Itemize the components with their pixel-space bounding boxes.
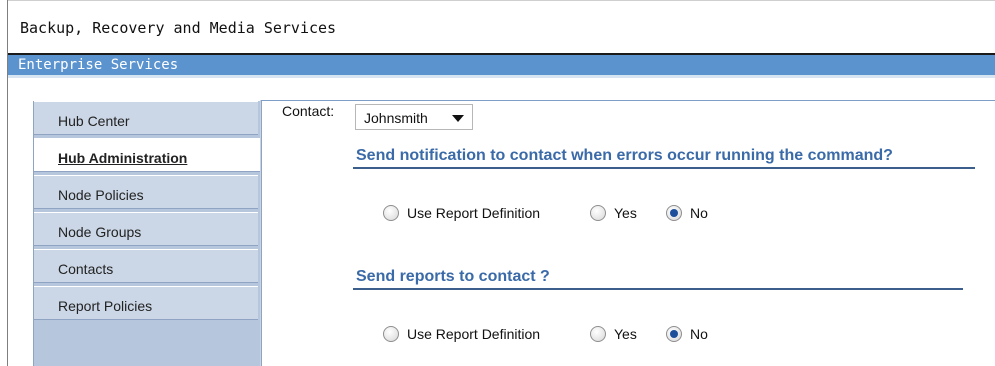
chevron-down-icon <box>452 115 464 122</box>
sidebar-item-hub-administration[interactable]: Hub Administration <box>34 138 260 172</box>
content-left-border <box>260 100 261 366</box>
contact-select-value: Johnsmith <box>364 110 428 126</box>
notify-option-label: No <box>690 205 708 221</box>
section-band: Enterprise Services <box>8 55 995 75</box>
app-title: Backup, Recovery and Media Services <box>20 19 337 37</box>
notify-option-label: Use Report Definition <box>407 205 541 221</box>
reports-radio-no[interactable] <box>666 326 682 342</box>
notify-radio-yes[interactable] <box>590 205 606 221</box>
sidebar-item-hub-center[interactable]: Hub Center <box>34 101 258 135</box>
title-bar: Backup, Recovery and Media Services <box>8 0 995 54</box>
reports-radio-use-report-definition[interactable] <box>383 326 399 342</box>
sidebar-item-contacts[interactable]: Contacts <box>34 249 258 283</box>
notify-option-label: Yes <box>614 205 637 221</box>
reports-heading: Send reports to contact ? <box>356 268 550 285</box>
sidebar: Hub Center Hub Administration Node Polic… <box>33 101 262 366</box>
sidebar-item-label: Hub Administration <box>58 150 188 166</box>
sidebar-item-label: Contacts <box>58 261 114 277</box>
contact-label: Contact: <box>282 103 335 119</box>
reports-heading-rule <box>353 288 963 290</box>
sidebar-item-report-policies[interactable]: Report Policies <box>34 286 258 320</box>
section-band-title: Enterprise Services <box>18 57 179 73</box>
sidebar-item-node-groups[interactable]: Node Groups <box>34 212 258 246</box>
notify-heading: Send notification to contact when errors… <box>356 147 893 164</box>
reports-option-label: No <box>690 326 708 342</box>
sidebar-item-label: Node Groups <box>58 224 142 240</box>
notify-heading-rule <box>353 167 975 169</box>
reports-option-label: Yes <box>614 326 637 342</box>
band-shadow <box>8 75 995 78</box>
reports-option-label: Use Report Definition <box>407 326 541 342</box>
notify-radio-use-report-definition[interactable] <box>383 205 399 221</box>
reports-radio-yes[interactable] <box>590 326 606 342</box>
content-top-border <box>260 100 995 101</box>
sidebar-item-label: Report Policies <box>58 298 153 314</box>
contact-select[interactable]: Johnsmith <box>355 104 473 130</box>
notify-radio-no[interactable] <box>666 205 682 221</box>
sidebar-item-node-policies[interactable]: Node Policies <box>34 175 258 209</box>
sidebar-item-label: Hub Center <box>58 113 130 129</box>
sidebar-item-label: Node Policies <box>58 187 144 203</box>
